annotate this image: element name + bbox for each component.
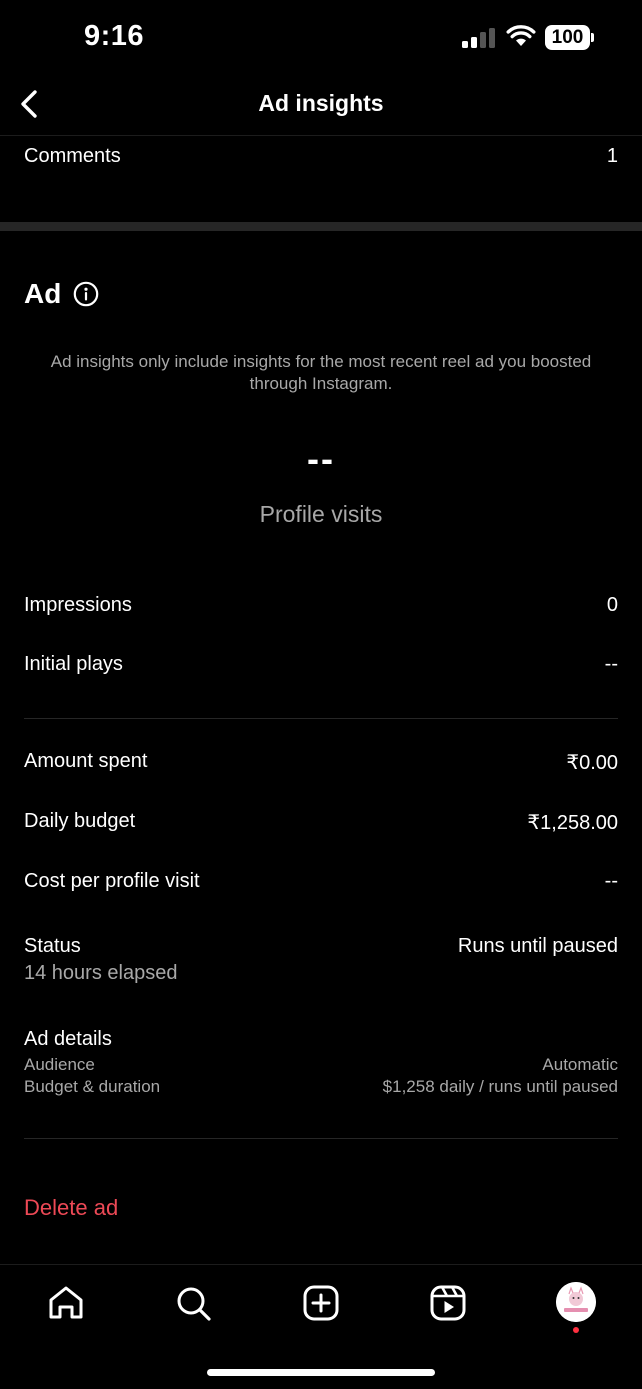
- avatar-image: [556, 1282, 596, 1322]
- initial-plays-value: --: [604, 653, 618, 675]
- impressions-row: Impressions 0: [24, 594, 618, 617]
- cost-per-visit-value: --: [604, 870, 618, 892]
- ad-details-title: Ad details: [24, 1028, 112, 1050]
- daily-budget-label: Daily budget: [24, 810, 136, 832]
- home-icon[interactable]: [46, 1283, 86, 1323]
- budget-duration-label: Budget & duration: [24, 1077, 161, 1096]
- status-elapsed: 14 hours elapsed: [24, 962, 178, 984]
- amount-spent-label: Amount spent: [24, 750, 148, 772]
- divider: [24, 1138, 618, 1139]
- info-icon[interactable]: [73, 281, 99, 307]
- daily-budget-value: ₹1,258.00: [527, 812, 618, 834]
- audience-value: Automatic: [542, 1055, 618, 1074]
- nav-header: Ad insights: [0, 76, 642, 136]
- ad-section-heading: Ad: [24, 278, 99, 310]
- cost-per-visit-label: Cost per profile visit: [24, 870, 200, 892]
- battery-icon: 100: [545, 25, 595, 50]
- page-title: Ad insights: [258, 90, 384, 116]
- search-icon[interactable]: [173, 1283, 213, 1323]
- amount-spent-row: Amount spent ₹0.00: [24, 750, 618, 775]
- profile-visits-label: Profile visits: [259, 501, 383, 527]
- divider: [24, 718, 618, 719]
- home-indicator: [207, 1369, 435, 1376]
- amount-spent-value: ₹0.00: [566, 752, 618, 774]
- profile-avatar[interactable]: [556, 1282, 596, 1322]
- ad-heading-text: Ad: [24, 278, 62, 309]
- notification-dot: [573, 1327, 579, 1333]
- clock-time: 9:16: [84, 20, 145, 52]
- status-row: Status Runs until paused 14 hours elapse…: [24, 935, 618, 985]
- comments-row: Comments 1: [24, 145, 618, 168]
- daily-budget-row: Daily budget ₹1,258.00: [24, 810, 618, 835]
- impressions-label: Impressions: [24, 594, 132, 616]
- profile-visits-value: --: [307, 438, 335, 479]
- create-icon[interactable]: [301, 1283, 341, 1323]
- status-bar: 9:16 100: [0, 0, 642, 76]
- comments-value: 1: [606, 145, 618, 167]
- initial-plays-row: Initial plays --: [24, 653, 618, 676]
- delete-ad-button[interactable]: Delete ad: [24, 1195, 118, 1221]
- battery-level: 100: [545, 25, 590, 50]
- initial-plays-label: Initial plays: [24, 653, 123, 675]
- audience-label: Audience: [24, 1055, 95, 1074]
- status-label: Status: [24, 935, 81, 957]
- ad-details-row[interactable]: Ad details Audience Automatic Budget & d…: [24, 1028, 618, 1097]
- reels-icon[interactable]: [428, 1283, 468, 1323]
- cellular-signal-icon: [462, 28, 495, 48]
- comments-label: Comments: [24, 145, 121, 167]
- impressions-value: 0: [606, 594, 618, 616]
- budget-duration-value: $1,258 daily / runs until paused: [382, 1077, 618, 1096]
- section-divider: [0, 222, 642, 231]
- ad-insights-note: Ad insights only include insights for th…: [50, 352, 592, 393]
- status-value: Runs until paused: [457, 935, 618, 957]
- wifi-icon: [506, 25, 536, 46]
- cost-per-visit-row: Cost per profile visit --: [24, 870, 618, 893]
